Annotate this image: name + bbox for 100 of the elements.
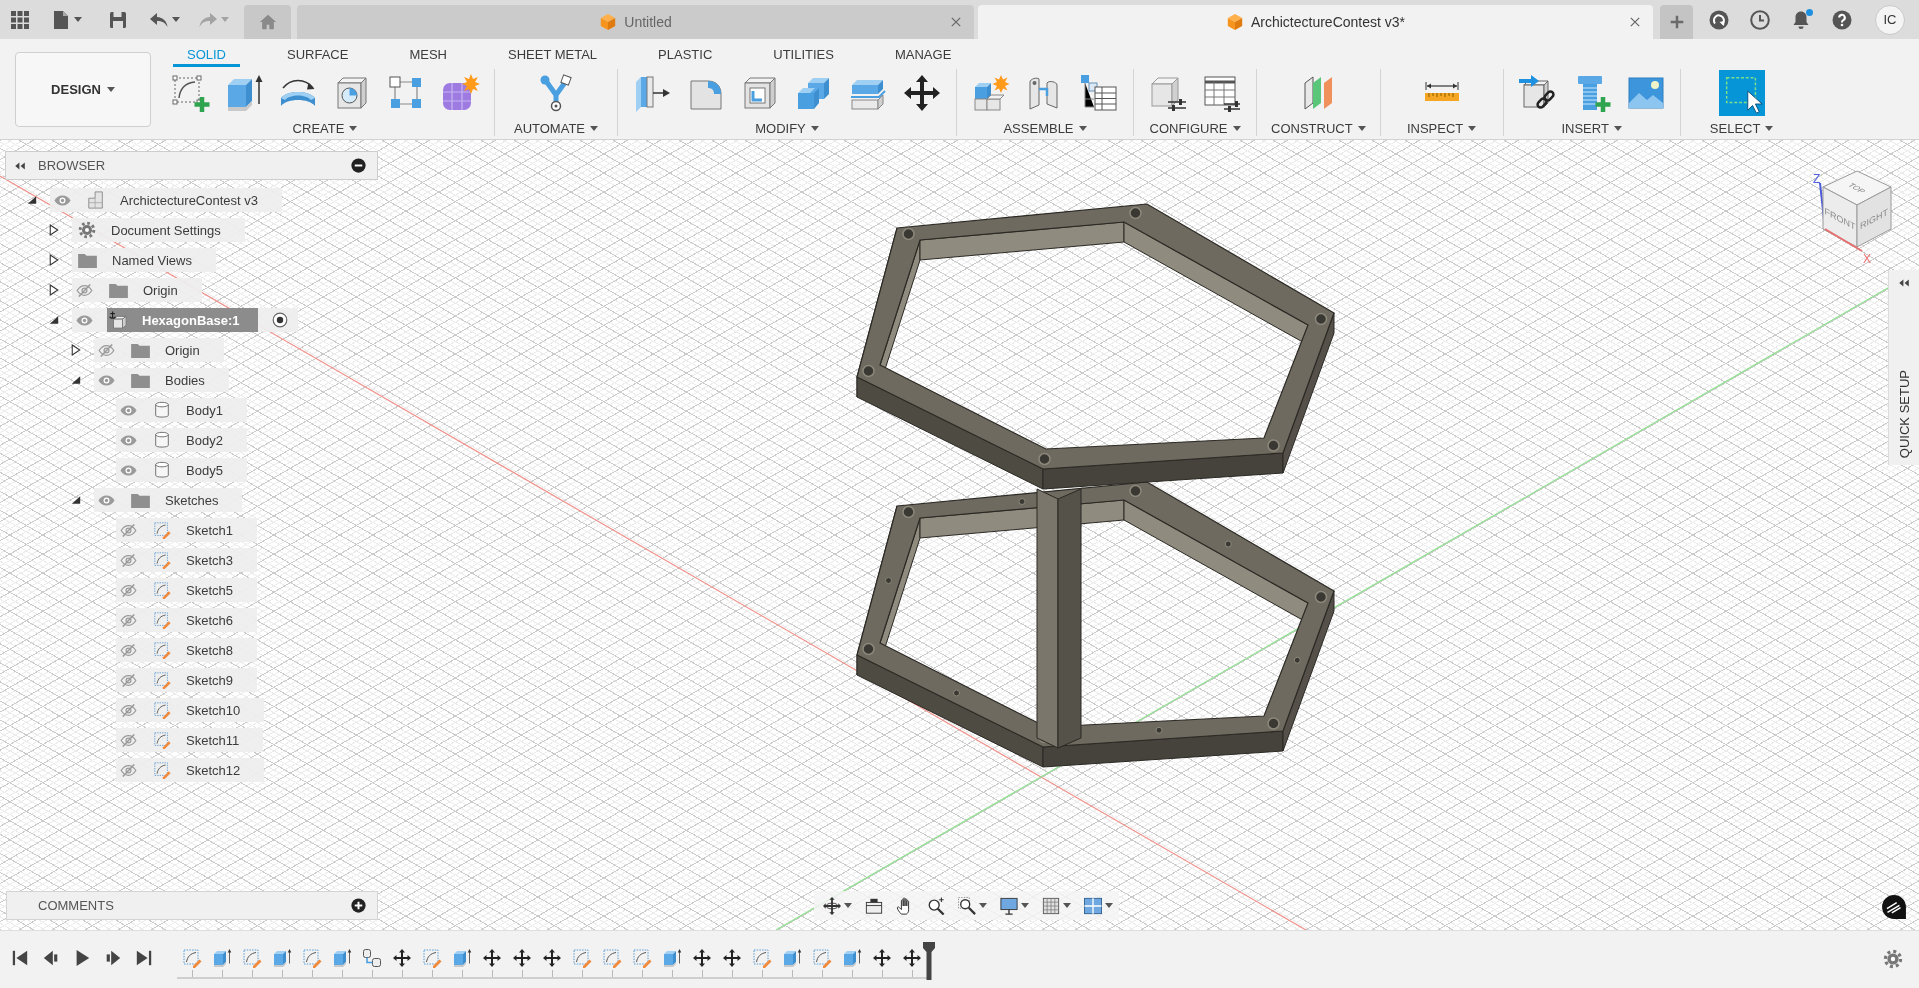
minus-circle-icon[interactable] [351,158,366,173]
workspace-button[interactable]: DESIGN [15,52,151,127]
tree-row[interactable]: Sketch8 [116,638,257,662]
zoom-window-button[interactable] [958,896,987,915]
document-tab[interactable]: Untitled [297,5,974,39]
disclosure-triangle-icon[interactable] [27,194,37,206]
tree-row[interactable]: Bodies [94,368,229,392]
disclosure-triangle-icon[interactable] [71,494,81,506]
eye-icon[interactable] [54,193,71,207]
dashed-square-pencil-icon[interactable] [602,948,622,968]
tree-row[interactable]: Sketch9 [116,668,257,692]
disclosure-triangle-icon[interactable] [71,344,81,356]
view-cube[interactable] [1822,170,1892,248]
disclosure-triangle-icon[interactable] [49,284,59,296]
box-up-arrow-icon[interactable] [272,948,292,968]
box-up-arrow-icon[interactable] [662,948,682,968]
dashed-square-plus-icon[interactable] [170,73,210,113]
rounded-cube-star-icon[interactable] [440,73,480,113]
dashed-square-pencil-icon[interactable] [632,948,652,968]
box-up-arrow-icon[interactable] [452,948,472,968]
tree-row[interactable]: Document Settings [72,218,245,242]
group-menu-button[interactable]: CONSTRUCT [1271,120,1366,136]
eye-icon[interactable] [120,433,137,447]
disclosure-triangle-icon[interactable] [49,254,59,266]
step-back-icon[interactable] [42,949,60,967]
group-menu-button[interactable]: MODIFY [755,120,819,136]
box-up-arrow-icon[interactable] [782,948,802,968]
tree-row[interactable]: Body2 [116,428,247,452]
disclosure-triangle-icon[interactable] [71,374,81,386]
double-arrow-left-icon[interactable] [1898,277,1910,289]
orbit-button[interactable] [823,896,852,915]
group-menu-button[interactable]: INSPECT [1406,120,1477,136]
display-settings-button[interactable] [1000,896,1029,915]
help-icon[interactable] [1832,9,1852,30]
speech-bubble-icon[interactable] [1881,894,1907,920]
four-way-arrow-icon[interactable] [692,948,712,968]
new-tab-button[interactable] [1660,5,1693,39]
cubes-star-icon[interactable] [971,73,1011,113]
tree-row[interactable]: Sketch5 [116,578,257,602]
tree-row[interactable]: Sketch11 [116,728,264,752]
four-way-arrow-icon[interactable] [722,948,742,968]
tree-row[interactable]: ArchictectureContest v3 [50,188,282,212]
avatar-button[interactable]: IC [1875,4,1905,35]
zoom-icon[interactable] [927,896,945,915]
eye-icon[interactable] [98,493,115,507]
board-icon[interactable] [865,896,883,915]
viewports-button[interactable] [1084,896,1113,915]
box-up-arrow-icon[interactable] [212,948,232,968]
group-menu-button[interactable]: CREATE [292,120,358,136]
dashed-square-pencil-icon[interactable] [812,948,832,968]
ribbon-tab[interactable]: MESH [395,44,461,67]
tree-row[interactable]: Body1 [116,398,247,422]
plus-circle-icon[interactable] [351,898,366,913]
tree-table-icon[interactable] [1079,73,1119,113]
grid-settings-button[interactable] [1042,896,1071,915]
step-forward-icon[interactable] [104,949,122,967]
four-way-arrow-icon[interactable] [482,948,502,968]
bell-icon[interactable] [1791,9,1811,30]
document-tab[interactable]: ArchictectureContest v3* [978,5,1653,39]
ribbon-tab[interactable]: UTILITIES [759,44,848,67]
tree-row[interactable]: Sketch10 [116,698,265,722]
four-way-arrow-icon[interactable] [512,948,532,968]
group-menu-button[interactable]: CONFIGURE [1149,120,1241,136]
four-way-arrow-icon[interactable] [392,948,412,968]
settings-icon[interactable] [1883,949,1903,969]
four-way-arrow-icon[interactable] [872,948,892,968]
tree-row[interactable]: Sketch12 [116,758,265,782]
dashed-square-pencil-icon[interactable] [302,948,322,968]
disclosure-triangle-icon[interactable] [49,314,59,326]
cursor-selection-icon[interactable] [1718,70,1765,116]
tree-row[interactable]: Sketch6 [116,608,257,632]
tree-row[interactable]: Body5 [116,458,247,482]
clock-icon[interactable] [1750,9,1770,30]
tree-row[interactable]: Origin [94,338,224,362]
eye-icon[interactable] [120,403,137,417]
ribbon-tab[interactable]: SURFACE [273,44,363,67]
ribbon-tab[interactable]: MANAGE [880,44,966,67]
four-way-arrow-icon[interactable] [902,73,942,113]
tree-row[interactable]: Origin [72,278,202,302]
tree-row[interactable]: Named Views [72,248,216,272]
four-way-arrow-icon[interactable] [542,948,562,968]
dashed-square-pencil-icon[interactable] [182,948,202,968]
dashed-square-pencil-icon[interactable] [422,948,442,968]
ribbon-tab[interactable]: SHEET METAL [494,44,612,67]
radio-icon[interactable] [271,312,288,328]
disclosure-triangle-icon[interactable] [49,224,59,236]
tree-row[interactable]: Sketches [94,488,243,512]
box-up-arrow-icon[interactable] [842,948,862,968]
four-way-arrow-icon[interactable] [902,948,922,968]
table-sliders-icon[interactable] [1202,73,1242,113]
group-menu-button[interactable]: ASSEMBLE [1003,120,1087,136]
dashed-square-pencil-icon[interactable] [752,948,772,968]
slider-handle-icon[interactable] [923,942,935,980]
group-menu-button[interactable]: INSERT [1561,120,1622,136]
eye-icon[interactable] [76,313,93,327]
ribbon-tab[interactable]: PLASTIC [644,44,727,67]
skip-start-icon[interactable] [11,949,29,967]
tree-row[interactable]: Sketch3 [116,548,257,572]
box-up-arrow-icon[interactable] [332,948,352,968]
group-menu-button[interactable]: AUTOMATE [514,120,598,136]
